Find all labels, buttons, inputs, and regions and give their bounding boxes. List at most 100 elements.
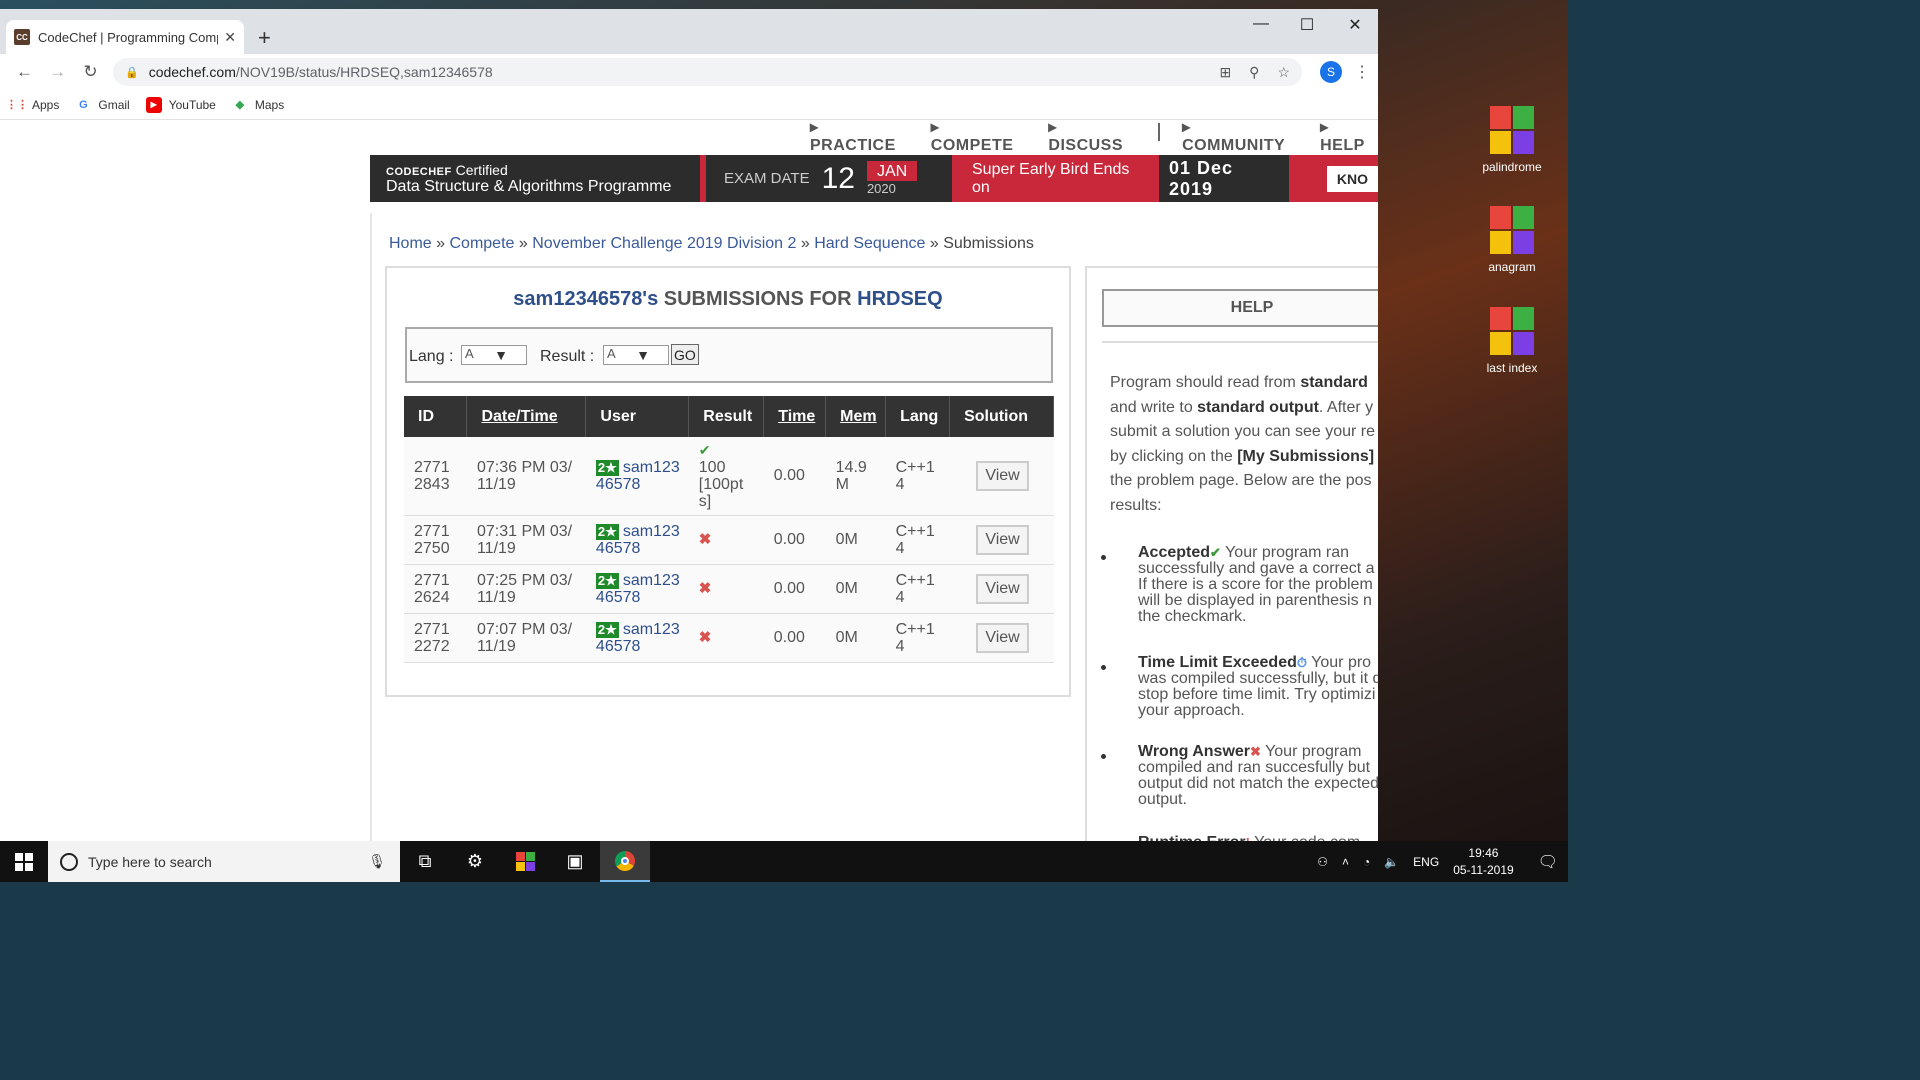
view-button[interactable]: View xyxy=(976,460,1029,491)
column-user: User xyxy=(585,396,690,437)
breadcrumb-separator: » xyxy=(929,235,939,252)
problem-code-link[interactable]: HRDSEQ xyxy=(857,288,943,310)
cell-user[interactable]: 2★ sam123 46578 xyxy=(585,437,689,516)
bookmark-maps[interactable]: ◆ Maps xyxy=(232,97,285,113)
network-icon[interactable]: ◔ xyxy=(1363,855,1370,869)
desktop-icon-label: anagram xyxy=(1488,260,1536,274)
column-time[interactable]: Time xyxy=(763,396,827,437)
help-divider xyxy=(1102,341,1378,343)
clock[interactable]: 19:46 05-11-2019 xyxy=(1453,845,1514,879)
help-text: standard output xyxy=(1197,398,1319,416)
new-tab-button[interactable]: + xyxy=(258,25,271,51)
microphone-icon[interactable]: 🎙 xyxy=(368,853,386,870)
breadcrumb-problem[interactable]: Hard Sequence xyxy=(814,235,925,252)
nav-practice[interactable]: ▸ PRACTICE xyxy=(810,123,909,155)
site-nav: ▸ PRACTICE ▸ COMPETE ▸ DISCUSS ▸ COMMUNI… xyxy=(810,123,1378,155)
browser-tab[interactable]: CC CodeChef | Programming Compe ✕ xyxy=(6,20,244,54)
exam-year: 2020 xyxy=(866,181,896,196)
help-text: Program should read from xyxy=(1110,374,1301,391)
column-id: ID xyxy=(404,396,468,437)
view-button[interactable]: View xyxy=(976,573,1029,604)
title-text: SUBMISSIONS FOR xyxy=(663,288,852,310)
codechef-logo: CODECHEF xyxy=(386,165,452,178)
bookmark-gmail[interactable]: G Gmail xyxy=(75,97,130,113)
back-icon[interactable]: ← xyxy=(8,62,41,82)
view-button[interactable]: View xyxy=(976,524,1029,555)
breadcrumb-contest[interactable]: November Challenge 2019 Division 2 xyxy=(532,235,796,252)
view-button[interactable]: View xyxy=(976,622,1029,653)
task-view-icon[interactable]: ⧉ xyxy=(400,841,450,882)
notifications-icon[interactable]: 🗨 xyxy=(1538,852,1558,872)
nav-label: COMPETE xyxy=(930,137,1014,154)
forward-icon[interactable]: → xyxy=(41,62,74,82)
start-button[interactable] xyxy=(0,841,48,882)
help-text: the problem page. Below are the pos xyxy=(1110,472,1372,489)
bookmark-youtube[interactable]: ▶ YouTube xyxy=(145,96,216,113)
profile-avatar[interactable]: S xyxy=(1320,61,1342,83)
address-bar[interactable]: 🔒 codechef.com/NOV19B/status/HRDSEQ,sam1… xyxy=(113,58,1302,86)
know-more-button[interactable]: KNO xyxy=(1326,165,1378,192)
lang-select[interactable]: A ▼ xyxy=(461,345,527,365)
bookmark-label: Gmail xyxy=(98,97,130,112)
bookmark-apps[interactable]: ⋮⋮ Apps xyxy=(6,97,59,113)
volume-icon[interactable]: 🔈 xyxy=(1384,855,1399,869)
cell-user[interactable]: 2★ sam123 46578 xyxy=(585,515,689,565)
column-datetime[interactable]: Date/Time xyxy=(466,396,587,437)
help-text: results: xyxy=(1110,496,1162,514)
nav-compete[interactable]: ▸ COMPETE xyxy=(931,123,1027,155)
cell-mem: 14.9 M xyxy=(825,437,886,516)
exam-date-label: EXAM DATE xyxy=(724,170,810,187)
nav-community[interactable]: ▸ COMMUNITY xyxy=(1182,123,1298,155)
cell-solution: View xyxy=(949,437,1054,516)
settings-gear-icon[interactable]: ⚙ xyxy=(450,841,500,882)
go-button[interactable]: GO xyxy=(671,344,699,365)
cell-user[interactable]: 2★ sam123 46578 xyxy=(585,564,689,614)
maximize-icon[interactable]: ☐ xyxy=(1284,15,1330,35)
translate-icon[interactable]: ⊞ xyxy=(1219,64,1231,81)
username-link[interactable]: sam12346578's xyxy=(513,288,658,310)
chrome-icon[interactable] xyxy=(600,841,650,882)
language-indicator[interactable]: ENG xyxy=(1413,855,1439,869)
page-content: ▸ PRACTICE ▸ COMPETE ▸ DISCUSS ▸ COMMUNI… xyxy=(0,123,1378,841)
close-window-icon[interactable]: ✕ xyxy=(1332,15,1378,35)
check-icon: ✔ xyxy=(698,441,711,458)
help-item-text: Your program xyxy=(1265,743,1362,760)
nav-discuss[interactable]: ▸ DISCUSS xyxy=(1048,123,1136,155)
bookmark-star-icon[interactable]: ☆ xyxy=(1277,64,1290,81)
promo-banner[interactable]: CODECHEF Certified Data Structure & Algo… xyxy=(370,155,1378,202)
bullet xyxy=(1101,665,1106,670)
certification-title: CODECHEF Certified Data Structure & Algo… xyxy=(370,162,700,196)
cell-datetime: 07:36 PM 03/ 11/19 xyxy=(466,437,586,516)
column-mem[interactable]: Mem xyxy=(825,396,887,437)
nav-label: DISCUSS xyxy=(1048,137,1124,154)
desktop-icon-palindrome[interactable]: palindrome xyxy=(1472,106,1552,174)
people-icon[interactable]: ⚇ xyxy=(1317,855,1328,869)
desktop-icon-last-index[interactable]: last index xyxy=(1472,307,1552,375)
reload-icon[interactable]: ↻ xyxy=(74,62,107,82)
codechef-favicon-icon: CC xyxy=(14,29,30,45)
clock-icon: ⏱ xyxy=(1296,655,1308,670)
desktop-icon-label: palindrome xyxy=(1482,160,1542,174)
minimize-icon[interactable]: — xyxy=(1238,15,1284,33)
breadcrumb-home[interactable]: Home xyxy=(389,235,432,252)
cell-user[interactable]: 2★ sam123 46578 xyxy=(585,613,689,663)
cell-lang: C++1 4 xyxy=(885,437,950,516)
result-select[interactable]: A ▼ xyxy=(603,345,669,365)
zoom-icon[interactable]: ⚲ xyxy=(1249,64,1259,81)
breadcrumb-compete[interactable]: Compete xyxy=(450,235,515,252)
help-item-text: output did not match the expected xyxy=(1138,775,1378,792)
desktop-icon-anagram[interactable]: anagram xyxy=(1472,206,1552,274)
app-tile-taskbar-icon[interactable] xyxy=(500,841,550,882)
maps-icon: ◆ xyxy=(235,99,245,111)
bookmark-label: YouTube xyxy=(168,97,216,112)
cell-time: 0.00 xyxy=(763,515,826,565)
lang-label: Lang : xyxy=(409,348,454,365)
chevron-up-icon[interactable]: ˄ xyxy=(1342,855,1349,869)
programme-name: Data Structure & Algorithms Programme xyxy=(386,177,672,195)
nav-help[interactable]: ▸ HELP xyxy=(1320,123,1378,155)
window-app-icon[interactable]: ▣ xyxy=(550,841,600,882)
menu-kebab-icon[interactable]: ⋮ xyxy=(1354,62,1370,82)
taskbar-search[interactable]: Type here to search 🎙 xyxy=(48,841,400,882)
close-tab-icon[interactable]: ✕ xyxy=(224,29,236,46)
early-bird-label: Super Early Bird Ends on xyxy=(972,160,1130,196)
